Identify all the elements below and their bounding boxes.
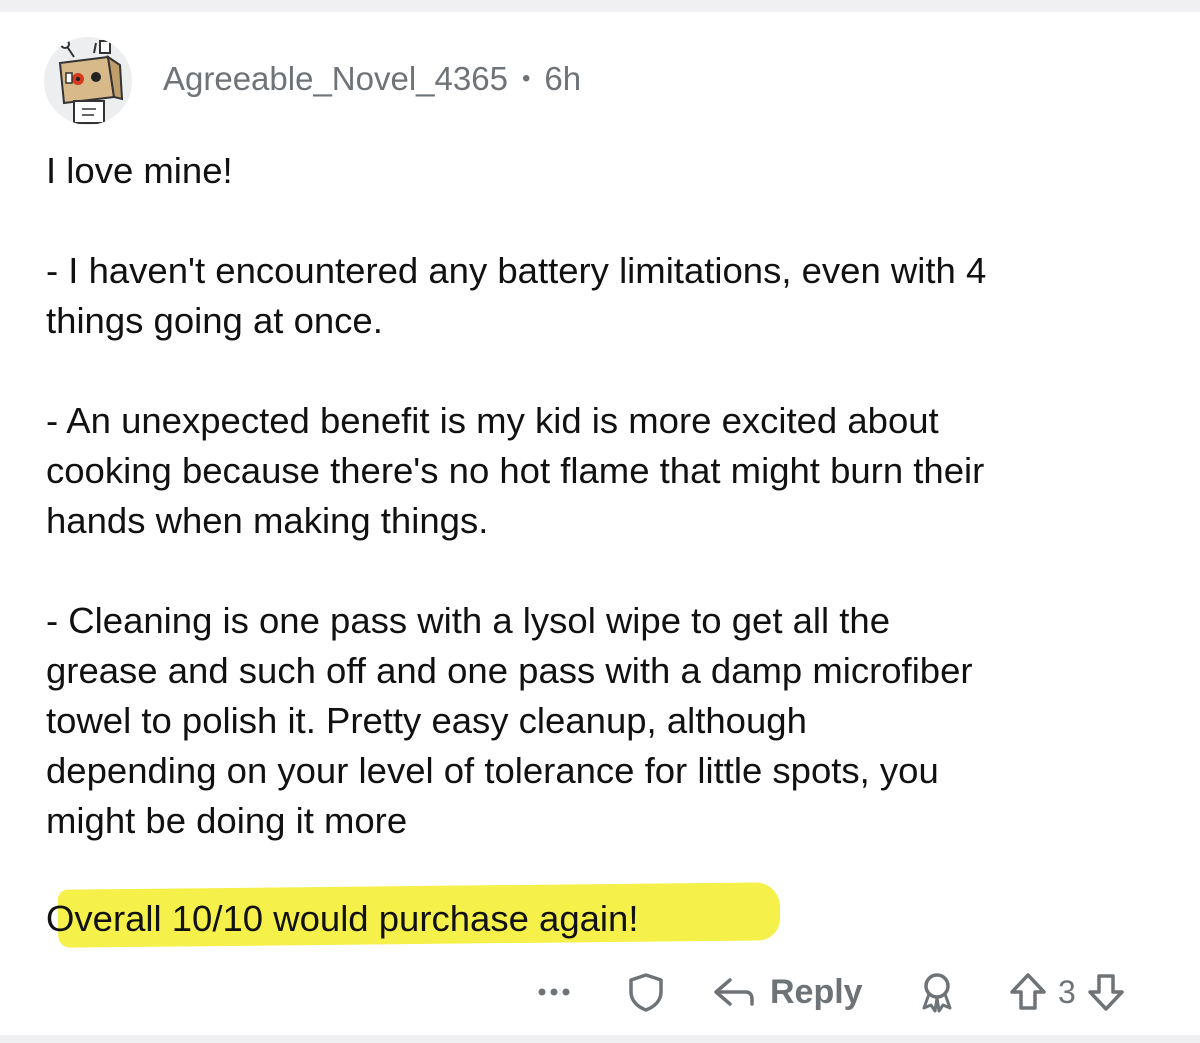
upvote-arrow-icon[interactable]: [1008, 970, 1048, 1014]
comment-line: might be doing it more: [46, 800, 408, 841]
comment-line: - I haven't encountered any battery limi…: [46, 250, 987, 291]
comment-age: 6h: [544, 60, 582, 97]
comment-header: Agreeable_Novel_4365 • 6h: [163, 57, 581, 101]
award-icon: [922, 973, 952, 1013]
vote-count: 3: [1058, 973, 1076, 1010]
save-button[interactable]: [624, 970, 668, 1014]
comment-line: hands when making things.: [46, 500, 489, 541]
ellipsis-icon: [538, 988, 570, 996]
comment-paragraph-5: Overall 10/10 would purchase again!: [46, 894, 1176, 944]
comment-paragraph-4: - Cleaning is one pass with a lysol wipe…: [46, 596, 1176, 846]
more-options-button[interactable]: [534, 982, 574, 1002]
comment-line: Overall 10/10 would purchase again!: [46, 898, 639, 939]
reply-label: Reply: [770, 972, 863, 1011]
top-divider: [0, 0, 1200, 12]
meta-separator: •: [521, 65, 531, 92]
comment-paragraph-1: I love mine!: [46, 146, 1176, 196]
comment-line: I love mine!: [46, 150, 233, 191]
comment-action-bar: Reply 3: [0, 962, 1200, 1022]
comment-line: - Cleaning is one pass with a lysol wipe…: [46, 600, 891, 641]
username-link[interactable]: Agreeable_Novel_4365: [163, 60, 508, 98]
comment-paragraph-3: - An unexpected benefit is my kid is mor…: [46, 396, 1176, 546]
snoo-avatar-icon: [44, 37, 132, 125]
user-avatar[interactable]: [44, 37, 132, 125]
comment-line: depending on your level of tolerance for…: [46, 750, 939, 791]
downvote-arrow-icon[interactable]: [1086, 970, 1126, 1014]
comment-line: grease and such off and one pass with a …: [46, 650, 973, 691]
comment-line: cooking because there's no hot flame tha…: [46, 450, 985, 491]
vote-controls: 3: [1008, 970, 1126, 1014]
bottom-divider: [0, 1035, 1200, 1043]
comment-line: - An unexpected benefit is my kid is mor…: [46, 400, 939, 441]
shield-icon: [629, 973, 663, 1012]
comment-paragraph-2: - I haven't encountered any battery limi…: [46, 246, 1176, 346]
comment-line: towel to polish it. Pretty easy cleanup,…: [46, 700, 807, 741]
comment-line: things going at once.: [46, 300, 383, 341]
reply-button[interactable]: Reply: [710, 972, 863, 1012]
reply-arrow-icon: [714, 978, 754, 1006]
award-button[interactable]: [915, 970, 959, 1014]
